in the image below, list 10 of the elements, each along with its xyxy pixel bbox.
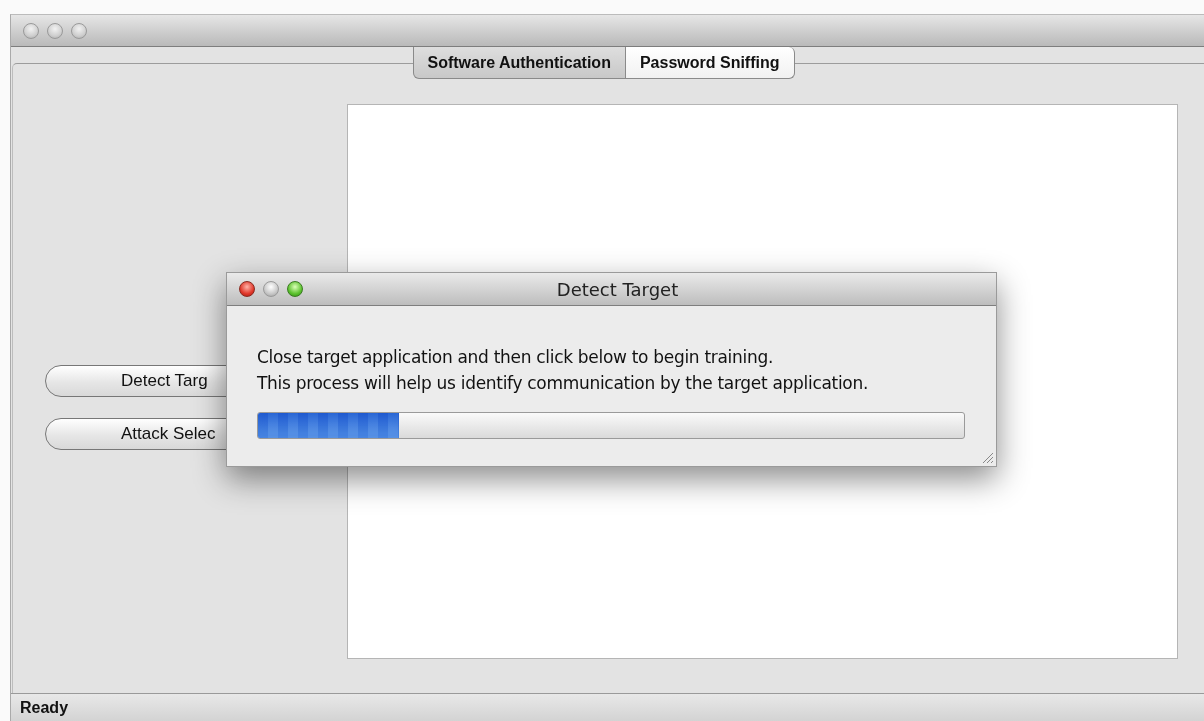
tab[interactable]: Password Sniffing — [625, 47, 795, 79]
minimize-icon[interactable] — [263, 281, 279, 297]
tab[interactable]: Software Authentication — [412, 47, 626, 79]
zoom-icon[interactable] — [287, 281, 303, 297]
dialog-title: Detect Target — [556, 278, 679, 300]
close-icon[interactable] — [239, 281, 255, 297]
minimize-icon[interactable] — [47, 22, 63, 39]
status-text: Ready — [20, 698, 69, 717]
zoom-icon[interactable] — [71, 22, 87, 39]
resize-grip-icon[interactable] — [980, 450, 994, 464]
